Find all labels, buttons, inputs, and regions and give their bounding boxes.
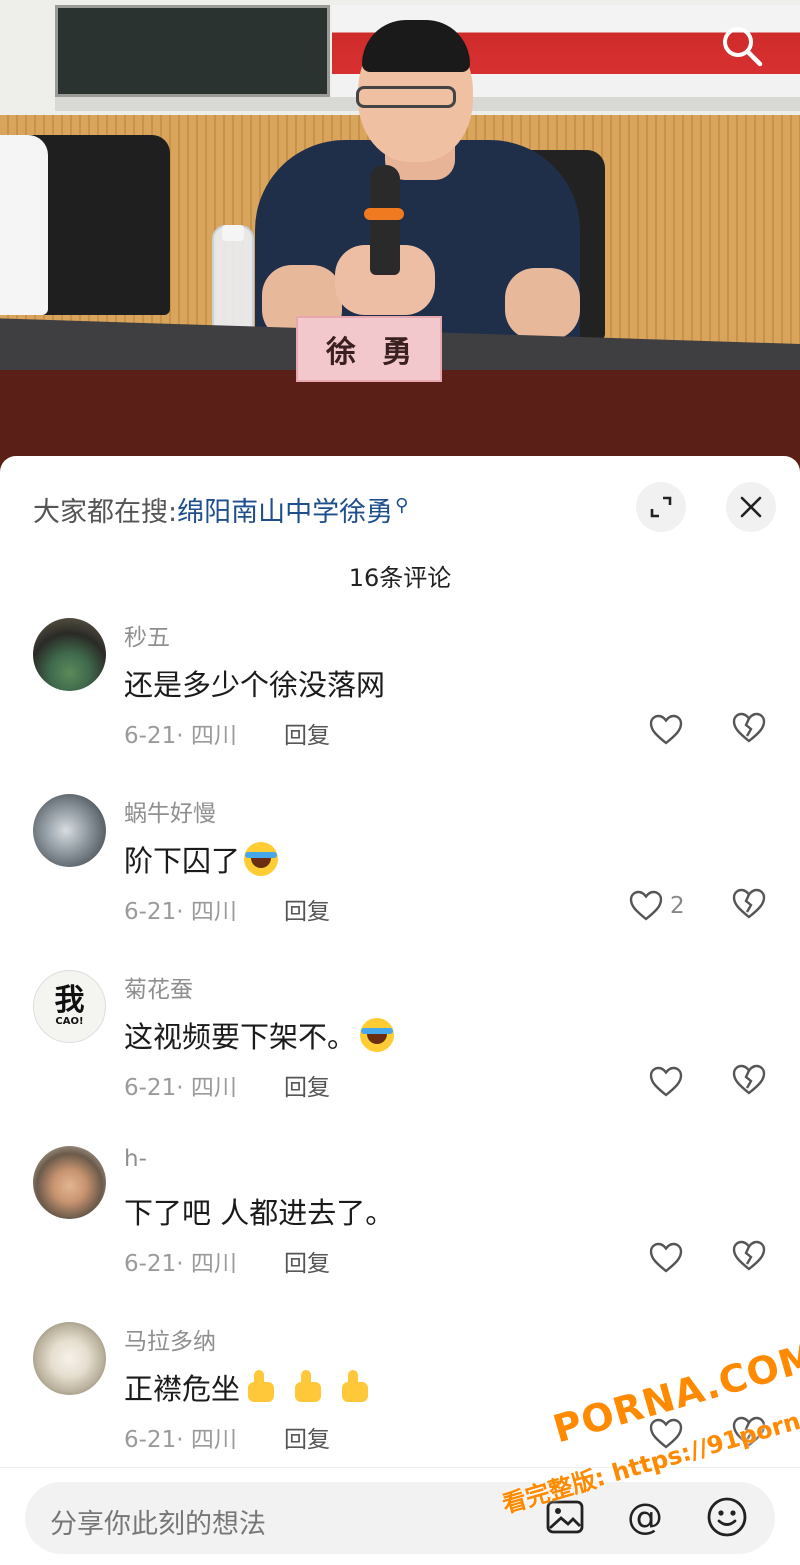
- image-button[interactable]: [540, 1492, 590, 1542]
- microphone-ring: [364, 208, 404, 220]
- avatar[interactable]: [33, 1322, 106, 1395]
- comment-username[interactable]: 马拉多纳: [124, 1322, 216, 1356]
- hot-search-lens-icon: ⚲: [395, 495, 409, 516]
- hot-search-link[interactable]: 绵阳南山中学徐勇: [177, 497, 393, 528]
- nameplate-char-2: 勇: [382, 335, 412, 370]
- thumbs-up-emoji: [338, 1370, 372, 1404]
- comment-username[interactable]: h-: [124, 1146, 147, 1172]
- emoji-button[interactable]: [702, 1492, 752, 1542]
- heart-icon: [649, 1066, 683, 1097]
- reply-button[interactable]: 回复: [284, 716, 330, 750]
- comment-item: 蜗牛好慢 阶下囚了 6-21· 四川 回复 2: [0, 794, 800, 964]
- avatar[interactable]: [33, 618, 106, 691]
- expand-button[interactable]: [636, 482, 686, 532]
- at-icon: @: [627, 1496, 663, 1538]
- close-button[interactable]: [726, 482, 776, 532]
- comment-sheet: 大家都在搜:绵阳南山中学徐勇 ⚲ 16条评论 秒五 还是多少个徐没落网 6-21·…: [0, 456, 800, 1565]
- comment-text-content: 这视频要下架不。: [124, 1020, 357, 1054]
- comment-date-location: 6-21· 四川: [124, 1427, 237, 1453]
- comment-item: 我 CAO! 菊花蚕 这视频要下架不。 6-21· 四川 回复: [0, 970, 800, 1140]
- laugh-cry-emoji: [244, 842, 279, 876]
- like-button[interactable]: [648, 1060, 684, 1104]
- comment-count: 16条评论: [348, 564, 452, 592]
- search-icon[interactable]: [718, 22, 766, 70]
- microphone: [370, 165, 400, 275]
- broken-heart-icon: [732, 1240, 766, 1271]
- reply-button[interactable]: 回复: [284, 1244, 330, 1278]
- comment-text: 下了吧 人都进去了。: [124, 1190, 394, 1232]
- close-icon: [740, 496, 762, 518]
- comment-item: h- 下了吧 人都进去了。 6-21· 四川 回复: [0, 1146, 800, 1316]
- expand-icon: [650, 496, 672, 518]
- bottle-cap: [222, 225, 244, 241]
- broken-heart-icon: [732, 712, 766, 743]
- hot-search-prefix: 大家都在搜:: [33, 497, 178, 528]
- table-front: [0, 370, 800, 470]
- like-button[interactable]: [648, 1412, 684, 1456]
- thumbs-up-emoji: [291, 1370, 325, 1404]
- thumbs-up-emoji: [244, 1370, 278, 1404]
- heart-icon: [629, 890, 663, 921]
- avatar[interactable]: 我 CAO!: [33, 970, 106, 1043]
- like-button[interactable]: [648, 1236, 684, 1280]
- hot-search-bar[interactable]: 大家都在搜:绵阳南山中学徐勇 ⚲: [33, 490, 408, 529]
- like-count: 2: [670, 893, 685, 919]
- dislike-button[interactable]: [731, 1062, 767, 1098]
- heart-icon: [649, 1418, 683, 1449]
- nameplate: 徐 勇: [296, 316, 442, 382]
- laugh-cry-emoji: [360, 1018, 395, 1052]
- heart-icon: [649, 1242, 683, 1273]
- speaker-glasses: [356, 86, 456, 108]
- dislike-button[interactable]: [731, 1414, 767, 1450]
- comment-text: 正襟危坐: [124, 1366, 372, 1408]
- comment-input-bar: 分享你此刻的想法 @: [0, 1467, 800, 1565]
- dislike-button[interactable]: [731, 886, 767, 922]
- smiley-icon: [707, 1497, 747, 1537]
- reply-button[interactable]: 回复: [284, 1420, 330, 1454]
- comment-text: 这视频要下架不。: [124, 1014, 395, 1056]
- dislike-button[interactable]: [731, 710, 767, 746]
- like-button[interactable]: 2: [628, 884, 685, 928]
- comment-text-content: 还是多少个徐没落网: [124, 668, 386, 702]
- comment-text: 还是多少个徐没落网: [124, 662, 385, 704]
- broken-heart-icon: [732, 1064, 766, 1095]
- blackboard: [55, 5, 330, 97]
- avatar-glyph: 我: [54, 983, 85, 1018]
- avatar-subtext: CAO!: [55, 1016, 84, 1027]
- comment-username[interactable]: 秒五: [124, 618, 170, 652]
- comment-date-location: 6-21· 四川: [124, 1251, 237, 1277]
- dislike-button[interactable]: [731, 1238, 767, 1274]
- speaker-arm-right: [505, 268, 580, 340]
- comment-input[interactable]: 分享你此刻的想法 @: [25, 1482, 775, 1554]
- comment-text-content: 阶下囚了: [124, 844, 241, 878]
- comment-text: 阶下囚了: [124, 838, 279, 880]
- image-icon: [546, 1500, 584, 1534]
- like-button[interactable]: [648, 708, 684, 752]
- comment-date-location: 6-21· 四川: [124, 723, 237, 749]
- broken-heart-icon: [732, 888, 766, 919]
- comment-date-location: 6-21· 四川: [124, 1075, 237, 1101]
- comment-text-content: 正襟危坐: [124, 1372, 241, 1406]
- broken-heart-icon: [732, 1416, 766, 1447]
- comment-username[interactable]: 蜗牛好慢: [124, 794, 216, 828]
- nameplate-char-1: 徐: [326, 335, 356, 370]
- reply-button[interactable]: 回复: [284, 1068, 330, 1102]
- comment-username[interactable]: 菊花蚕: [124, 970, 193, 1004]
- person-left: [0, 135, 48, 315]
- reply-button[interactable]: 回复: [284, 892, 330, 926]
- avatar[interactable]: [33, 794, 106, 867]
- comment-text-content: 下了吧 人都进去了。: [124, 1196, 395, 1230]
- comment-item: 秒五 还是多少个徐没落网 6-21· 四川 回复: [0, 618, 800, 788]
- avatar[interactable]: [33, 1146, 106, 1219]
- comment-input-placeholder: 分享你此刻的想法: [50, 1509, 266, 1540]
- video-frame[interactable]: 徐 勇: [0, 0, 800, 470]
- mention-button[interactable]: @: [620, 1492, 670, 1542]
- comment-date-location: 6-21· 四川: [124, 899, 237, 925]
- heart-icon: [649, 714, 683, 745]
